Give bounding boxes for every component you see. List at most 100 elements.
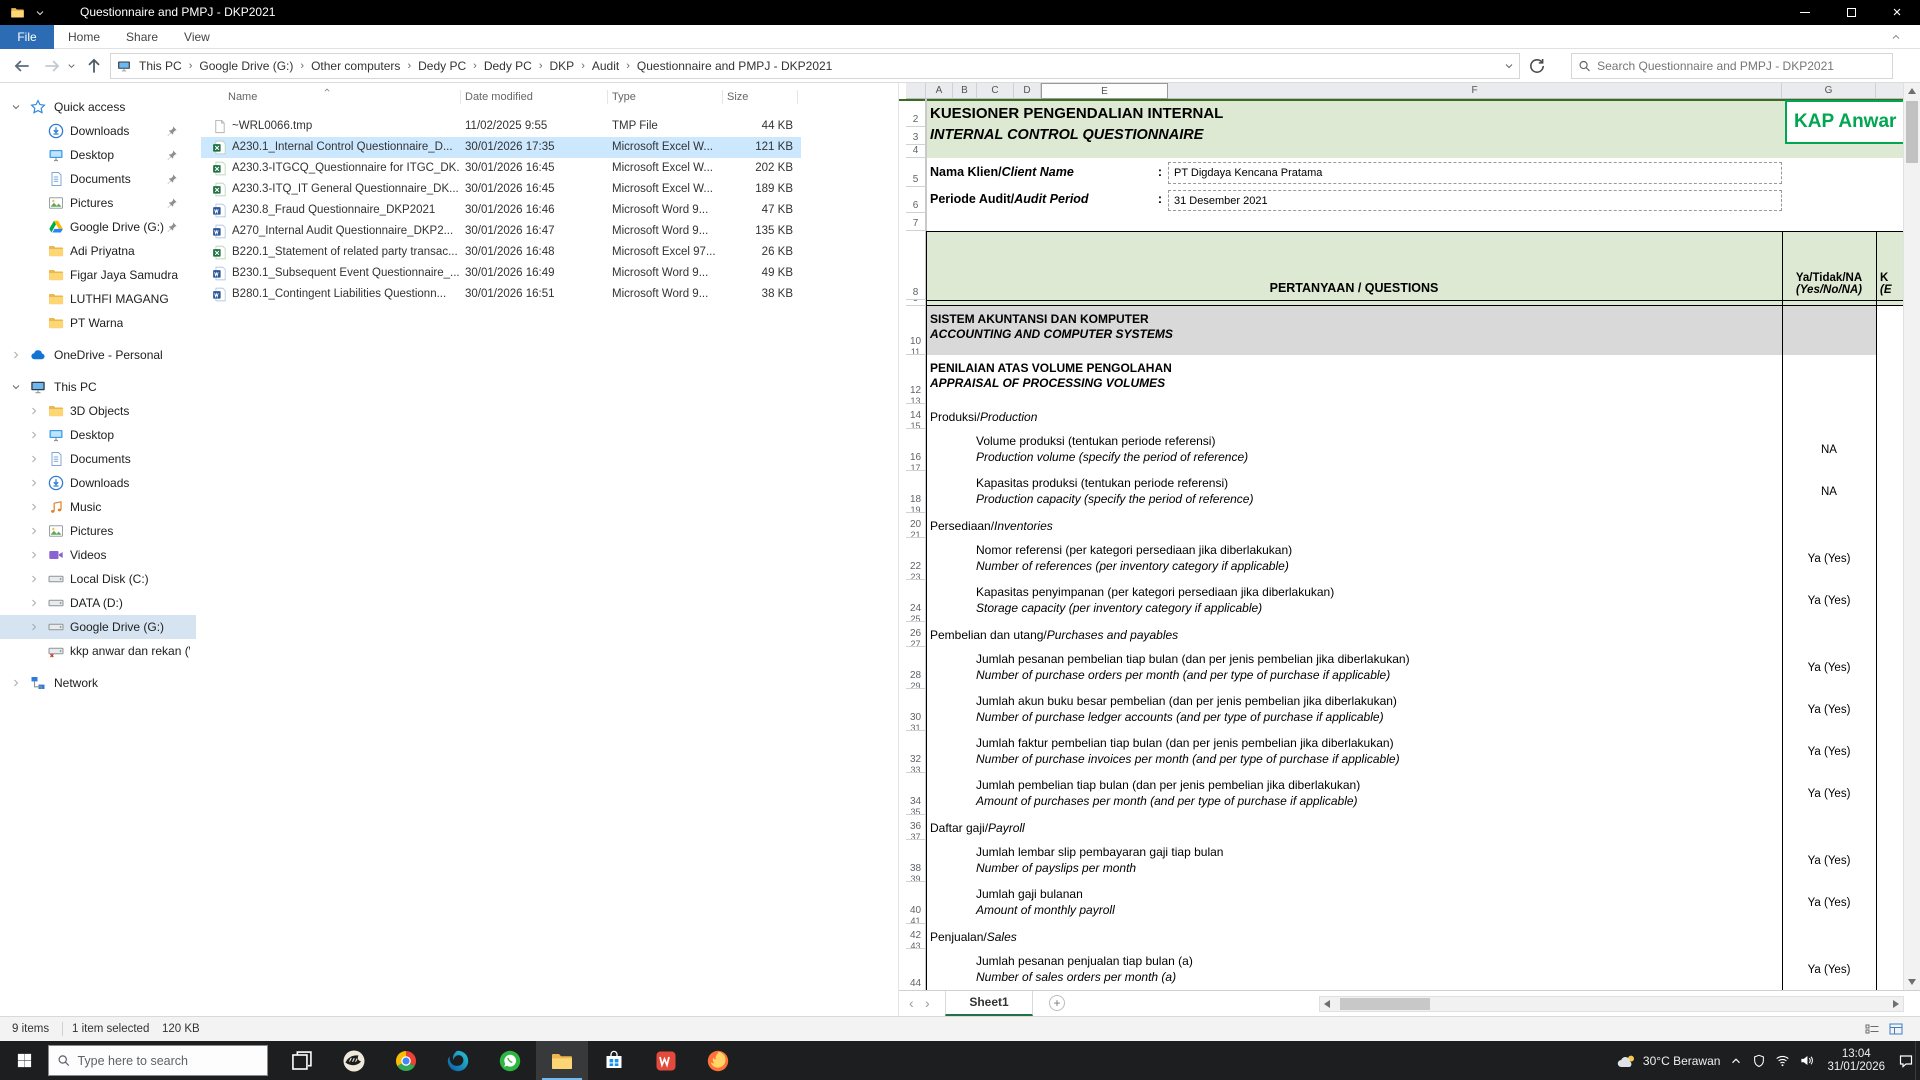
sheet-tab[interactable]: Sheet1 [945,991,1033,1016]
expander-icon[interactable] [28,405,40,417]
sidebar-item-downloads[interactable]: Downloads [0,119,196,143]
sidebar-item-music[interactable]: Music [0,495,196,519]
excel-column-header-D[interactable]: D [1014,83,1041,99]
answer-cell[interactable]: Ya (Yes) [1782,689,1876,731]
sidebar-item-network[interactable]: Network [0,671,196,695]
answer-cell[interactable]: Ya (Yes) [1782,647,1876,689]
excel-row-number-42[interactable]: 4243 [906,924,926,949]
taskbar-app-firefox[interactable] [692,1041,744,1080]
vertical-scroll-thumb[interactable] [1906,101,1918,163]
expander-icon[interactable] [28,501,40,513]
breadcrumb-google-drive-g[interactable]: Google Drive (G:) [193,59,299,73]
answer-cell[interactable]: Ya (Yes) [1782,731,1876,773]
excel-row-number-6[interactable]: 6 [906,187,926,213]
sidebar-item-desktop[interactable]: Desktop [0,423,196,447]
sidebar-item-quick-access[interactable]: Quick access [0,95,196,119]
file-row-a230-8-fraud-questionnaire-dkp2021[interactable]: A230.8_Fraud Questionnaire_DKP202130/01/… [201,200,801,221]
qat-dropdown-icon[interactable] [34,7,46,19]
sidebar-item-pictures[interactable]: Pictures [0,191,196,215]
refresh-icon[interactable] [1528,57,1546,75]
tab-share[interactable]: Share [126,25,158,49]
excel-row-number-14[interactable]: 1415 [906,404,926,429]
excel-row-number-12[interactable]: 1213 [906,355,926,404]
breadcrumb-questionnaire-and-pmpj-dkp2021[interactable]: Questionnaire and PMPJ - DKP2021 [631,59,838,73]
excel-column-header-F[interactable]: F [1168,83,1782,99]
file-row-b220-1-statement-of-related-party-transac[interactable]: B220.1_Statement of related party transa… [201,242,801,263]
tab-view[interactable]: View [184,25,210,49]
answer-cell[interactable]: NA [1782,471,1876,513]
expander-icon[interactable] [28,621,40,633]
file-menu-tab[interactable]: File [0,25,54,49]
taskbar-app-file-explorer[interactable] [536,1041,588,1080]
breadcrumb-dkp[interactable]: DKP [544,59,581,73]
sidebar-item-figar-jaya-samudra[interactable]: Figar Jaya Samudra [0,263,196,287]
sidebar-item-this-pc[interactable]: This PC [0,375,196,399]
excel-column-header-G[interactable]: G [1782,83,1876,99]
sidebar-item-luthfi-magang[interactable]: LUTHFI MAGANG [0,287,196,311]
excel-row-number-3[interactable]: 3 [906,127,926,145]
expander-icon[interactable] [28,525,40,537]
scroll-right-icon[interactable] [1893,1000,1899,1008]
expander-icon[interactable] [28,477,40,489]
file-row-a230-3-itgcq-questionnaire-for-itgc-dk[interactable]: A230.3-ITGCQ_Questionnaire for ITGC_DK..… [201,158,801,179]
start-button[interactable] [0,1041,48,1080]
sidebar-item-videos[interactable]: Videos [0,543,196,567]
expander-icon[interactable] [28,549,40,561]
sidebar-item-google-drive-g[interactable]: Google Drive (G:) [0,615,196,639]
taskbar-app-edge[interactable] [432,1041,484,1080]
excel-row-number-10[interactable]: 1011 [906,306,926,355]
sidebar-item-downloads[interactable]: Downloads [0,471,196,495]
breadcrumb-dedy-pc[interactable]: Dedy PC [478,59,538,73]
excel-row-number-32[interactable]: 3233 [906,731,926,773]
expander-icon[interactable] [10,349,22,361]
up-button[interactable] [84,56,104,76]
sheet-nav-right-icon[interactable]: › [925,991,930,1015]
sidebar-item-data-d[interactable]: DATA (D:) [0,591,196,615]
excel-row-number-20[interactable]: 2021 [906,513,926,538]
excel-row-number-4[interactable]: 4 [906,145,926,158]
excel-row-number-30[interactable]: 3031 [906,689,926,731]
excel-row-number-2[interactable]: 2 [906,99,926,127]
weather-widget[interactable]: 30°C Berawan [1617,1054,1721,1068]
breadcrumb-this-pc[interactable]: This PC [133,59,188,73]
answer-cell[interactable]: Ya (Yes) [1782,949,1876,990]
network-wifi-icon[interactable] [1775,1053,1790,1068]
taskbar-app-zebra-app[interactable] [328,1041,380,1080]
file-row-wrl0066-tmp[interactable]: ~WRL0066.tmp11/02/2025 9:55TMP File44 KB [201,116,801,137]
taskbar-app-microsoft-store[interactable] [588,1041,640,1080]
answer-cell[interactable]: Ya (Yes) [1782,538,1876,580]
sidebar-item-pt-warna[interactable]: PT Warna [0,311,196,335]
excel-column-header-E[interactable]: E [1041,83,1168,99]
taskbar-search-input[interactable] [77,1054,259,1068]
taskbar-search-box[interactable] [48,1045,268,1076]
excel-row-number-44[interactable]: 44 [906,949,926,990]
excel-row-number-8[interactable]: 8 [906,231,926,300]
column-header-size[interactable]: Size [727,87,748,107]
maximize-button[interactable] [1828,0,1874,25]
recent-locations-icon[interactable] [66,60,77,71]
file-row-a270-internal-audit-questionnaire-dkp2[interactable]: A270_Internal Audit Questionnaire_DKP2..… [201,221,801,242]
taskbar-app-wps-office[interactable] [640,1041,692,1080]
scroll-up-icon[interactable] [1908,88,1916,94]
scroll-down-icon[interactable] [1908,979,1916,985]
sheet-nav-left-icon[interactable]: ‹ [909,991,914,1015]
excel-row-number-36[interactable]: 3637 [906,815,926,840]
answer-cell[interactable]: Ya (Yes) [1782,840,1876,882]
excel-row-number-34[interactable]: 3435 [906,773,926,815]
expander-icon[interactable] [10,677,22,689]
taskbar-app-whatsapp[interactable] [484,1041,536,1080]
address-bar[interactable]: This PC›Google Drive (G:)›Other computer… [110,53,1520,79]
excel-row-number-18[interactable]: 1819 [906,471,926,513]
excel-row-number-40[interactable]: 4041 [906,882,926,924]
excel-row-number-22[interactable]: 2223 [906,538,926,580]
file-row-a230-3-itq-it-general-questionnaire-dk[interactable]: A230.3-ITQ_IT General Questionnaire_DK..… [201,179,801,200]
details-view-icon[interactable] [1864,1021,1880,1037]
expander-icon[interactable] [28,429,40,441]
taskbar-app-task-view[interactable] [276,1041,328,1080]
action-center-icon[interactable] [1898,1053,1914,1069]
file-row-b230-1-subsequent-event-questionnaire[interactable]: B230.1_Subsequent Event Questionnaire_..… [201,263,801,284]
excel-row-number-28[interactable]: 2829 [906,647,926,689]
excel-row-number-7[interactable]: 7 [906,213,926,231]
expander-icon[interactable] [28,573,40,585]
expander-icon[interactable] [10,101,22,113]
